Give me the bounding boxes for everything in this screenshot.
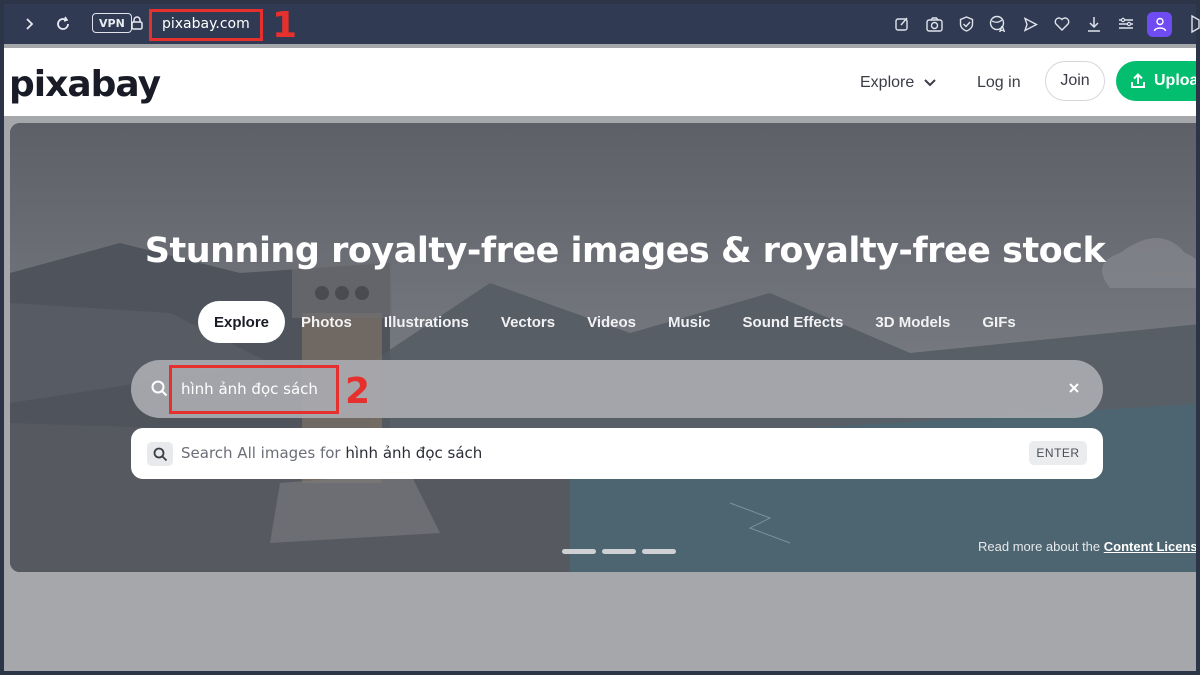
search-icon [151,380,168,402]
login-link[interactable]: Log in [977,74,1021,92]
translate-icon[interactable]: A [986,12,1010,36]
annotation-number-2: 2 [345,371,371,412]
tab-videos[interactable]: Videos [571,301,652,343]
tab-explore[interactable]: Explore [198,301,286,343]
join-button[interactable]: Join [1045,61,1105,101]
hero-banner: Stunning royalty-free images & royalty-f… [10,123,1196,572]
address-bar[interactable]: pixabay.com [162,16,250,32]
tab-3d-models[interactable]: 3D Models [859,301,966,343]
browser-window: VPN pixabay.com 1 A pixabay Explore Log … [0,0,1200,675]
explore-label: Explore [860,74,915,91]
download-icon[interactable] [1082,12,1106,36]
license-text: Read more about the [978,539,1104,554]
heart-icon[interactable] [1050,12,1074,36]
chevron-down-icon [924,79,936,87]
browser-toolbar: VPN pixabay.com 1 A [4,4,1200,46]
vpn-badge[interactable]: VPN [92,13,132,33]
extension-icon[interactable] [1184,12,1200,36]
edit-icon[interactable] [890,12,914,36]
carousel-dot[interactable] [562,549,596,554]
suggestion-prefix: Search All images for [181,444,346,462]
upload-icon [1131,73,1145,88]
hero-title: Stunning royalty-free images & royalty-f… [144,231,1106,271]
tab-sound-effects[interactable]: Sound Effects [727,301,860,343]
settings-sliders-icon[interactable] [1114,12,1138,36]
media-type-tabs: Explore Photos Illustrations Vectors Vid… [198,301,1032,343]
lock-icon [131,16,143,35]
enter-key-badge: ENTER [1029,441,1087,465]
upload-button[interactable]: Upload [1116,61,1196,101]
carousel-dot[interactable] [642,549,676,554]
carousel-dot[interactable] [602,549,636,554]
annotation-number-1: 1 [272,5,298,46]
clear-search-icon[interactable] [1065,380,1083,398]
hero-background-image [10,123,1196,572]
search-icon [147,442,173,466]
web-page: pixabay Explore Log in Join Upload [4,44,1196,671]
suggestion-query: hình ảnh đọc sách [345,444,483,462]
tab-gifs[interactable]: GIFs [966,301,1031,343]
camera-icon[interactable] [922,12,946,36]
pixabay-logo[interactable]: pixabay [9,64,161,105]
content-license-link[interactable]: Content License [1104,539,1196,554]
suggestion-text: Search All images for hình ảnh đọc sách [181,444,482,462]
tab-photos[interactable]: Photos [285,301,368,343]
tab-music[interactable]: Music [652,301,727,343]
svg-text:A: A [999,25,1006,33]
tab-illustrations[interactable]: Illustrations [368,301,485,343]
send-icon[interactable] [1018,12,1042,36]
shield-icon[interactable] [954,12,978,36]
search-highlight-box [169,365,339,414]
site-header: pixabay Explore Log in Join Upload [4,48,1196,116]
reload-icon[interactable] [51,12,75,36]
profile-icon[interactable] [1147,12,1172,37]
explore-menu[interactable]: Explore [860,74,936,92]
forward-icon[interactable] [17,12,41,36]
carousel-indicators [562,549,676,554]
search-suggestion[interactable]: Search All images for hình ảnh đọc sách … [131,428,1103,479]
upload-label: Upload [1154,72,1196,89]
license-note: Read more about the Content License [978,539,1196,554]
tab-vectors[interactable]: Vectors [485,301,571,343]
